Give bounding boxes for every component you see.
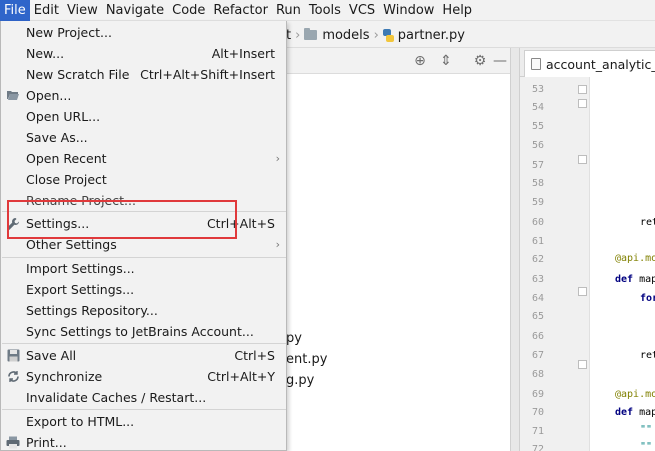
line-number: 56 bbox=[531, 140, 544, 151]
line-number: 58 bbox=[531, 178, 544, 189]
line-number: 59 bbox=[531, 197, 544, 208]
menu-run[interactable]: Run bbox=[272, 0, 305, 21]
line-number: 71 bbox=[531, 426, 544, 437]
code-line-67: ret bbox=[640, 350, 655, 361]
line-number: 64 bbox=[531, 293, 544, 304]
project-toolbar: ⊕ ⇕ ⚙ — bbox=[286, 48, 510, 74]
menu-item-new-scratch-file[interactable]: New Scratch File Ctrl+Alt+Shift+Insert bbox=[1, 64, 286, 85]
line-number: 57 bbox=[531, 160, 544, 171]
menu-bar: File Edit View Navigate Code Refactor Ru… bbox=[0, 0, 655, 21]
menu-item-import-settings[interactable]: Import Settings... bbox=[1, 258, 286, 279]
line-number: 67 bbox=[531, 350, 544, 361]
code-line-64: for bbox=[640, 293, 655, 304]
menu-separator bbox=[2, 343, 286, 344]
breadcrumb-folder[interactable]: models bbox=[322, 28, 369, 43]
menu-vcs[interactable]: VCS bbox=[345, 0, 379, 21]
editor-splitter[interactable] bbox=[510, 48, 520, 451]
submenu-arrow-icon: › bbox=[275, 152, 280, 165]
line-number: 60 bbox=[531, 217, 544, 228]
menu-item-synchronize[interactable]: Synchronize Ctrl+Alt+Y bbox=[1, 366, 286, 387]
menu-item-new-project[interactable]: New Project... bbox=[1, 22, 286, 43]
tree-file-item[interactable]: ent.py bbox=[286, 352, 327, 367]
menu-refactor[interactable]: Refactor bbox=[209, 0, 272, 21]
line-number: 69 bbox=[531, 389, 544, 400]
line-number: 66 bbox=[531, 331, 544, 342]
menu-item-close-project[interactable]: Close Project bbox=[1, 169, 286, 190]
menu-item-open-recent[interactable]: Open Recent › bbox=[1, 148, 286, 169]
menu-item-open[interactable]: Open... bbox=[1, 85, 286, 106]
line-number: 53 bbox=[531, 84, 544, 95]
breadcrumb-file[interactable]: partner.py bbox=[398, 28, 465, 43]
line-number: 61 bbox=[531, 236, 544, 247]
tree-file-item[interactable]: py bbox=[286, 331, 302, 346]
code-line-70: def map bbox=[615, 407, 655, 418]
menu-file[interactable]: File bbox=[0, 0, 30, 21]
menu-help[interactable]: Help bbox=[438, 0, 476, 21]
menu-item-export-html[interactable]: Export to HTML... bbox=[1, 411, 286, 432]
menu-window[interactable]: Window bbox=[379, 0, 438, 21]
breadcrumb-separator-icon: › bbox=[295, 27, 301, 43]
line-number: 65 bbox=[531, 311, 544, 322]
editor-tab[interactable]: account_analytic_lin bbox=[524, 50, 655, 77]
submenu-arrow-icon: › bbox=[275, 238, 280, 251]
editor-tab-label: account_analytic_lin bbox=[546, 56, 655, 72]
menu-item-settings-repository[interactable]: Settings Repository... bbox=[1, 300, 286, 321]
menu-item-save-all[interactable]: Save All Ctrl+S bbox=[1, 345, 286, 366]
menu-item-invalidate-caches[interactable]: Invalidate Caches / Restart... bbox=[1, 387, 286, 408]
code-line-72: "" bbox=[640, 441, 653, 451]
line-number: 55 bbox=[531, 121, 544, 132]
python-file-icon bbox=[382, 28, 394, 42]
menu-item-export-settings[interactable]: Export Settings... bbox=[1, 279, 286, 300]
gear-icon[interactable]: ⚙ bbox=[472, 53, 488, 69]
menu-item-print[interactable]: Print... bbox=[1, 432, 286, 451]
code-line-60: ret bbox=[640, 217, 655, 228]
folder-open-icon bbox=[6, 89, 20, 102]
fold-marker-icon[interactable] bbox=[578, 85, 587, 94]
menu-tools[interactable]: Tools bbox=[305, 0, 345, 21]
fold-marker-icon[interactable] bbox=[578, 287, 587, 296]
settings-highlight-box bbox=[7, 200, 237, 239]
file-icon bbox=[531, 58, 541, 70]
locate-target-icon[interactable]: ⊕ bbox=[412, 53, 428, 69]
folder-icon bbox=[304, 28, 318, 40]
menu-item-save-as[interactable]: Save As... bbox=[1, 127, 286, 148]
save-icon bbox=[6, 349, 20, 362]
line-number: 68 bbox=[531, 369, 544, 380]
sync-icon bbox=[6, 370, 20, 383]
menu-item-open-url[interactable]: Open URL... bbox=[1, 106, 286, 127]
menu-code[interactable]: Code bbox=[168, 0, 209, 21]
line-number: 54 bbox=[531, 102, 544, 113]
fold-marker-icon[interactable] bbox=[578, 155, 587, 164]
hide-panel-icon[interactable]: — bbox=[492, 53, 508, 69]
code-line-69: @api.mo bbox=[615, 389, 655, 400]
collapse-all-icon[interactable]: ⇕ bbox=[438, 53, 454, 69]
menu-edit[interactable]: Edit bbox=[30, 0, 63, 21]
line-number: 63 bbox=[531, 274, 544, 285]
code-line-62: @api.mo bbox=[615, 253, 655, 264]
line-number: 62 bbox=[531, 254, 544, 265]
menu-item-sync-settings[interactable]: Sync Settings to JetBrains Account... bbox=[1, 321, 286, 342]
menu-separator bbox=[2, 409, 286, 410]
tree-file-item[interactable]: g.py bbox=[286, 373, 314, 388]
editor-tab-bar: account_analytic_lin bbox=[520, 48, 655, 77]
print-icon bbox=[6, 436, 20, 449]
line-number: 72 bbox=[531, 444, 544, 451]
breadcrumb-separator-icon: › bbox=[373, 27, 379, 43]
breadcrumb: t › models › partner.py bbox=[286, 22, 465, 48]
line-number: 70 bbox=[531, 407, 544, 418]
menu-navigate[interactable]: Navigate bbox=[102, 0, 168, 21]
code-line-63: def map bbox=[615, 274, 655, 285]
fold-marker-icon[interactable] bbox=[578, 99, 587, 108]
menu-view[interactable]: View bbox=[63, 0, 102, 21]
menu-item-new[interactable]: New... Alt+Insert bbox=[1, 43, 286, 64]
fold-marker-icon[interactable] bbox=[578, 360, 587, 369]
code-line-71: "" bbox=[640, 424, 653, 435]
